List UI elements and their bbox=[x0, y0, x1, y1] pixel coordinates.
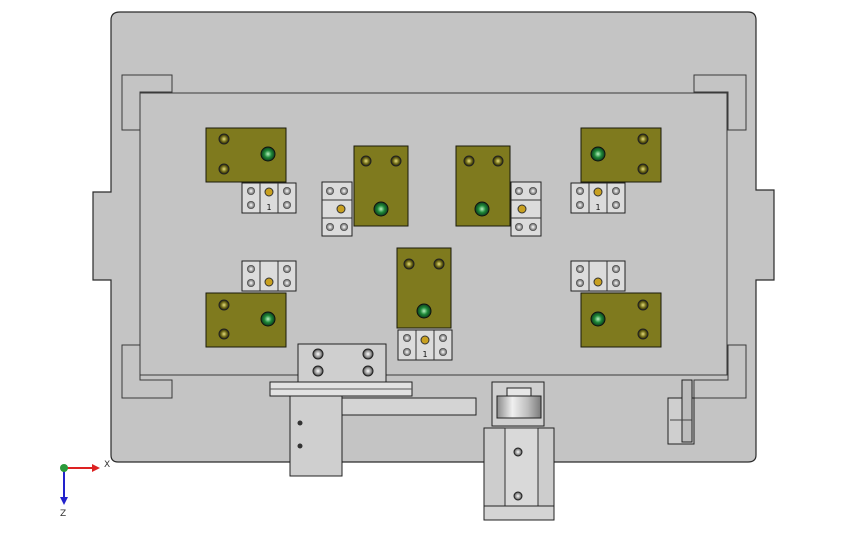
clamp-block-ml[interactable] bbox=[321, 181, 353, 237]
triad-x-label: X bbox=[104, 460, 110, 470]
cad-viewport[interactable]: 1 1 1 X Z bbox=[0, 0, 867, 533]
clamp-mark-tl: 1 bbox=[266, 203, 271, 212]
orientation-triad: X Z bbox=[60, 460, 110, 519]
clamp-block-bl[interactable] bbox=[241, 260, 297, 292]
pad-top-left[interactable] bbox=[205, 127, 287, 183]
air-cylinder[interactable] bbox=[483, 381, 555, 521]
pad-mid-right[interactable] bbox=[455, 145, 511, 227]
clamp-block-mr[interactable] bbox=[510, 181, 542, 237]
clamp-mark-tr: 1 bbox=[595, 203, 600, 212]
base-plate bbox=[92, 11, 775, 463]
pad-bottom-right[interactable] bbox=[580, 292, 662, 348]
clamp-mark-center: 1 bbox=[422, 350, 427, 359]
y-axis-sphere-icon bbox=[60, 464, 68, 472]
clamp-block-br[interactable] bbox=[570, 260, 626, 292]
triad-z-label: Z bbox=[60, 509, 66, 519]
pad-center[interactable] bbox=[396, 247, 452, 329]
pad-top-right[interactable] bbox=[580, 127, 662, 183]
pad-bottom-left[interactable] bbox=[205, 292, 287, 348]
pad-mid-left[interactable] bbox=[353, 145, 409, 227]
assembly-drawing: 1 1 1 X Z bbox=[60, 11, 775, 521]
